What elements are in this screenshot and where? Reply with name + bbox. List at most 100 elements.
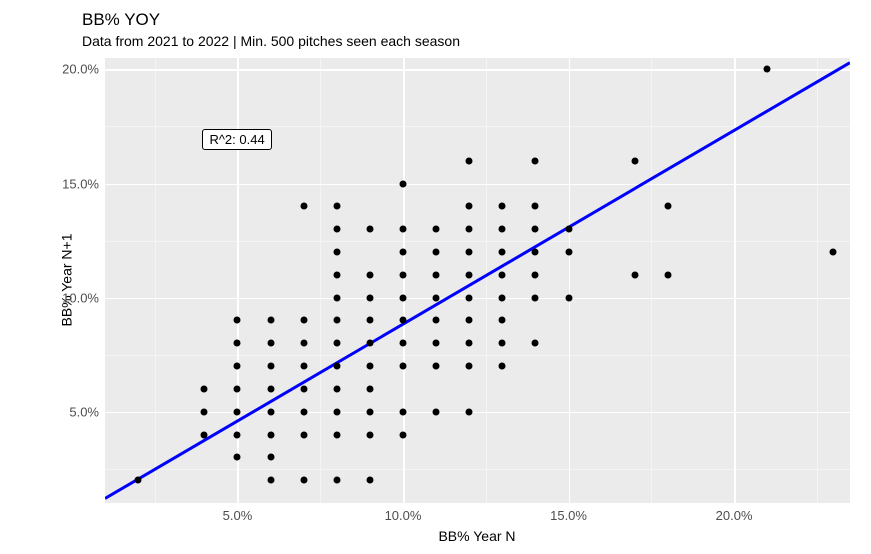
y-tick-label: 10.0%: [62, 290, 99, 305]
data-point: [466, 157, 473, 164]
y-tick-label: 5.0%: [69, 404, 99, 419]
x-axis-label: BB% Year N: [438, 528, 515, 544]
r-squared-annotation: R^2: 0.44: [202, 129, 271, 150]
data-point: [400, 317, 407, 324]
data-point: [466, 226, 473, 233]
data-point: [366, 317, 373, 324]
data-point: [466, 271, 473, 278]
data-point: [466, 203, 473, 210]
data-point: [400, 340, 407, 347]
data-point: [267, 317, 274, 324]
data-point: [267, 408, 274, 415]
data-point: [267, 454, 274, 461]
data-point: [366, 408, 373, 415]
data-point: [433, 340, 440, 347]
data-point: [466, 408, 473, 415]
data-point: [565, 294, 572, 301]
data-point: [499, 248, 506, 255]
data-point: [400, 226, 407, 233]
data-point: [333, 203, 340, 210]
data-point: [300, 431, 307, 438]
data-point: [764, 66, 771, 73]
data-point: [499, 226, 506, 233]
x-tick-label: 10.0%: [385, 508, 422, 523]
data-point: [267, 431, 274, 438]
data-point: [333, 226, 340, 233]
data-point: [532, 157, 539, 164]
data-point: [366, 340, 373, 347]
data-point: [400, 363, 407, 370]
data-point: [234, 317, 241, 324]
y-tick-label: 15.0%: [62, 176, 99, 191]
x-tick-label: 15.0%: [550, 508, 587, 523]
data-point: [300, 363, 307, 370]
data-point: [201, 408, 208, 415]
data-point: [300, 477, 307, 484]
data-point: [333, 363, 340, 370]
chart-title: BB% YOY: [82, 10, 160, 30]
data-point: [433, 294, 440, 301]
data-point: [466, 294, 473, 301]
data-point: [433, 248, 440, 255]
data-point: [300, 385, 307, 392]
data-point: [499, 340, 506, 347]
y-axis-label: BB% Year N+1: [59, 233, 75, 326]
data-point: [333, 340, 340, 347]
x-tick-label: 20.0%: [716, 508, 753, 523]
data-point: [234, 363, 241, 370]
data-point: [400, 180, 407, 187]
data-point: [433, 226, 440, 233]
data-point: [333, 477, 340, 484]
y-tick-label: 20.0%: [62, 62, 99, 77]
data-point: [499, 294, 506, 301]
data-point: [532, 340, 539, 347]
data-point: [631, 271, 638, 278]
data-point: [631, 157, 638, 164]
data-point: [433, 363, 440, 370]
data-point: [234, 340, 241, 347]
data-point: [300, 408, 307, 415]
data-point: [565, 248, 572, 255]
data-point: [400, 408, 407, 415]
data-point: [267, 363, 274, 370]
data-point: [267, 477, 274, 484]
data-point: [664, 271, 671, 278]
data-point: [532, 271, 539, 278]
data-point: [366, 226, 373, 233]
data-point: [532, 226, 539, 233]
data-point: [135, 477, 142, 484]
data-point: [366, 363, 373, 370]
data-point: [201, 385, 208, 392]
data-point: [532, 248, 539, 255]
data-point: [234, 385, 241, 392]
data-point: [532, 203, 539, 210]
data-point: [433, 271, 440, 278]
data-point: [466, 317, 473, 324]
data-point: [400, 248, 407, 255]
data-point: [300, 203, 307, 210]
data-point: [300, 340, 307, 347]
plot-panel: R^2: 0.44: [105, 58, 850, 503]
data-point: [201, 431, 208, 438]
data-point: [333, 271, 340, 278]
data-point: [499, 203, 506, 210]
data-point: [234, 454, 241, 461]
data-point: [300, 317, 307, 324]
scatter-chart: BB% YOY Data from 2021 to 2022 | Min. 50…: [0, 0, 871, 554]
data-point: [499, 317, 506, 324]
data-point: [234, 431, 241, 438]
data-point: [499, 363, 506, 370]
data-point: [234, 408, 241, 415]
data-point: [366, 271, 373, 278]
data-point: [366, 431, 373, 438]
data-point: [333, 294, 340, 301]
data-point: [400, 431, 407, 438]
data-point: [565, 226, 572, 233]
data-point: [664, 203, 671, 210]
data-point: [433, 408, 440, 415]
data-point: [830, 248, 837, 255]
data-point: [400, 271, 407, 278]
x-tick-label: 5.0%: [223, 508, 253, 523]
data-point: [333, 248, 340, 255]
data-point: [333, 408, 340, 415]
